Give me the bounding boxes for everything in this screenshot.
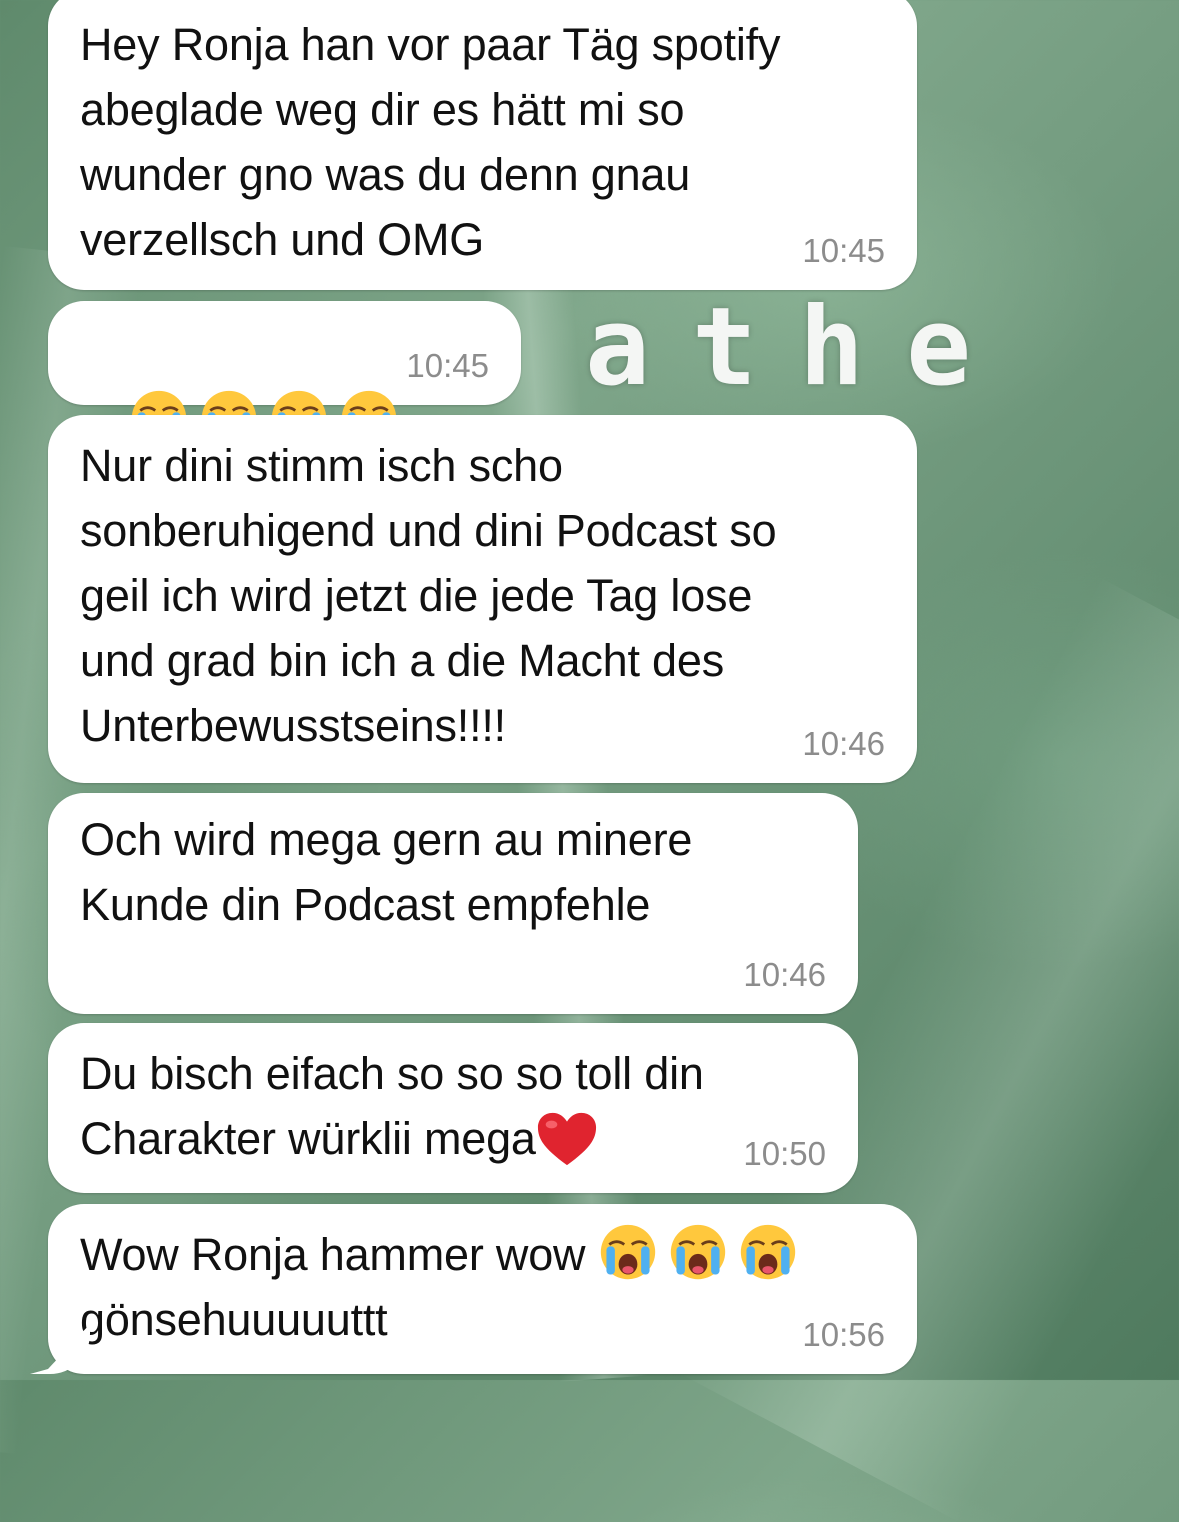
message-timestamp: 10:50 bbox=[743, 1135, 826, 1172]
loudly-crying-face-icon bbox=[738, 1222, 798, 1282]
message-timestamp: 10:46 bbox=[802, 725, 885, 762]
message-bubble[interactable]: Wow Ronja hammer wow gönsehuuuuuttt 10:5… bbox=[48, 1204, 917, 1374]
message-line: Wow Ronja hammer wow bbox=[80, 1229, 598, 1280]
message-timestamp: 10:46 bbox=[743, 956, 826, 993]
message-bubble[interactable]: Hey Ronja han vor paar Täg spotify abegl… bbox=[48, 0, 917, 290]
message-bubble[interactable]: Och wird mega gern au minere Kunde din P… bbox=[48, 793, 858, 1014]
red-heart-icon bbox=[536, 1110, 598, 1168]
loudly-crying-face-icon bbox=[668, 1222, 728, 1282]
message-timestamp: 10:45 bbox=[406, 347, 489, 384]
message-text: Nur dini stimm isch scho sonberuhigend u… bbox=[80, 440, 777, 751]
message-text: Du bisch eifach so so so toll din Charak… bbox=[80, 1041, 828, 1171]
loudly-crying-face-icon bbox=[598, 1222, 658, 1282]
message-text: Wow Ronja hammer wow gönsehuuuuuttt bbox=[80, 1222, 887, 1352]
message-timestamp: 10:45 bbox=[802, 232, 885, 269]
wallpaper-lettering: athe bbox=[585, 285, 1014, 410]
message-text: Och wird mega gern au minere Kunde din P… bbox=[80, 814, 693, 930]
message-line: gönsehuuuuuttt bbox=[80, 1294, 388, 1345]
message-timestamp: 10:56 bbox=[802, 1316, 885, 1353]
message-line: Du bisch eifach so so so toll din bbox=[80, 1048, 704, 1099]
message-text: Hey Ronja han vor paar Täg spotify abegl… bbox=[80, 19, 781, 265]
message-bubble[interactable]: 10:45 bbox=[48, 301, 521, 446]
message-bubble[interactable]: Nur dini stimm isch scho sonberuhigend u… bbox=[48, 415, 917, 783]
message-line: Charakter würklii mega bbox=[80, 1113, 536, 1164]
message-bubble[interactable]: Du bisch eifach so so so toll din Charak… bbox=[48, 1023, 858, 1193]
